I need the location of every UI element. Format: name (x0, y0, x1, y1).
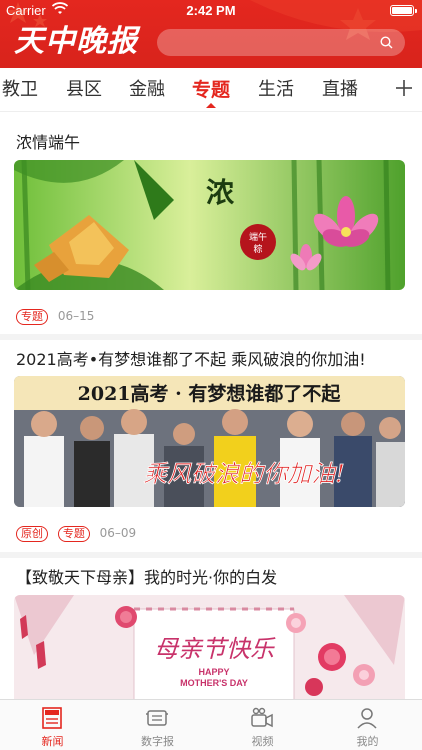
active-tab-indicator (206, 103, 216, 108)
banner-greeting: 母亲节快乐 (154, 635, 276, 663)
article-card[interactable]: 【致敬天下母亲】我的时光·你的白发 母亲节快乐 HAPPY MOTHER'S D… (0, 558, 422, 699)
tabbar-digital-paper[interactable]: 数字报 (105, 700, 210, 750)
category-tabs: 教卫 县区 金融 专题 生活 直播 (0, 68, 422, 112)
tab-shenghuo[interactable]: 生活 (258, 78, 294, 102)
tab-jinrong[interactable]: 金融 (129, 78, 165, 102)
article-date: 06–15 (57, 309, 95, 323)
app-logo: 天中晚报 (14, 24, 138, 59)
banner-headline: 2021高考 · 有梦想谁都了不起 (78, 382, 342, 405)
gaokao-banner: 2021高考 · 有梦想谁都了不起 乘风破浪的你加油! (14, 376, 405, 507)
tag-zhuanti: 专题 (16, 309, 48, 325)
article-meta: 原创 专题 06–09 (16, 525, 136, 542)
battery-icon (390, 5, 417, 16)
article-meta: 专题 06–15 (16, 308, 94, 325)
article-image[interactable]: 2021高考 · 有梦想谁都了不起 乘风破浪的你加油! (14, 376, 405, 507)
tab-jiaowei[interactable]: 教卫 (2, 78, 38, 102)
banner-seal-text-2: 粽 (253, 243, 262, 255)
digital-paper-icon (146, 710, 168, 726)
banner-seal-text: 端午 (249, 231, 267, 243)
search-icon (380, 36, 393, 49)
newspaper-icon (42, 707, 62, 729)
tabbar-label: 新闻 (41, 735, 64, 748)
article-image[interactable]: 母亲节快乐 HAPPY MOTHER'S DAY (14, 595, 405, 699)
tabbar-me[interactable]: 我的 (315, 700, 420, 750)
dragon-boat-banner: 浓 端午 粽 (14, 160, 405, 290)
tabbar-video[interactable]: 视频 (210, 700, 315, 750)
article-card[interactable]: 浓情端午 浓 端午 粽 专题 06–15 (0, 112, 422, 334)
banner-character: 浓 (206, 176, 235, 209)
article-title[interactable]: 【致敬天下母亲】我的时光·你的白发 (16, 568, 277, 588)
mothers-day-banner: 母亲节快乐 HAPPY MOTHER'S DAY (14, 595, 405, 699)
video-camera-icon (251, 707, 273, 728)
add-channel-icon[interactable] (394, 78, 414, 98)
search-input[interactable] (157, 29, 405, 56)
article-title[interactable]: 2021高考•有梦想谁都了不起 乘风破浪的你加油! (16, 350, 366, 370)
article-date: 06–09 (99, 526, 137, 540)
clock: 2:42 PM (186, 3, 236, 18)
app-header: Carrier 2:42 PM 天中晚报 (0, 0, 422, 68)
banner-mothers-day: MOTHER'S DAY (180, 678, 248, 688)
banner-happy: HAPPY (198, 667, 229, 677)
tab-xianqu[interactable]: 县区 (66, 78, 102, 102)
status-bar: Carrier 2:42 PM (0, 0, 422, 22)
tab-zhibo[interactable]: 直播 (322, 78, 358, 102)
tabbar-label: 视频 (251, 735, 274, 748)
article-title[interactable]: 浓情端午 (16, 133, 80, 153)
tag-zhuanti: 专题 (57, 526, 90, 542)
article-card[interactable]: 2021高考•有梦想谁都了不起 乘风破浪的你加油! 2021高考 · 有梦想谁都… (0, 340, 422, 552)
banner-slogan: 乘风破浪的你加油! (143, 460, 345, 488)
tabbar-label: 我的 (356, 735, 379, 748)
tabbar-label: 数字报 (141, 735, 174, 748)
user-icon (357, 708, 377, 729)
tabbar-news[interactable]: 新闻 (0, 700, 105, 750)
article-image[interactable]: 浓 端午 粽 (14, 160, 405, 290)
bottom-tab-bar: 新闻 数字报 视频 我的 (0, 699, 422, 750)
tag-yuanchuang: 原创 (16, 526, 48, 542)
tab-zhuanti[interactable]: 专题 (192, 78, 230, 102)
